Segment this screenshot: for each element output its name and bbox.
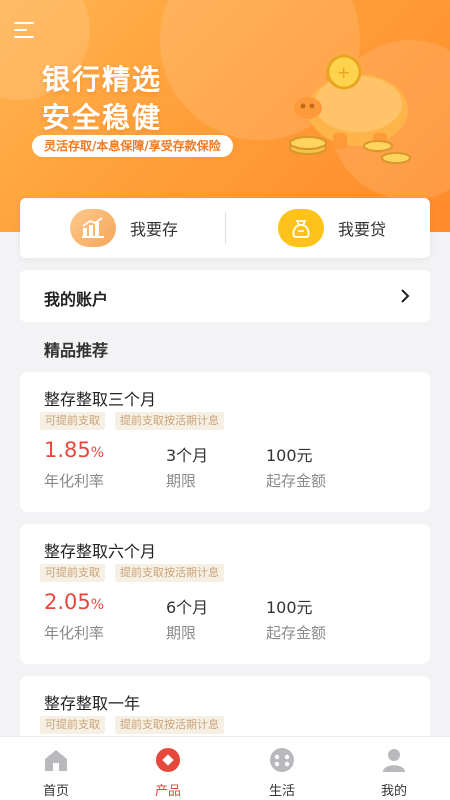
product-icon — [156, 748, 180, 772]
section-title-recommend: 精品推荐 — [44, 341, 109, 360]
rate-value: 1.85 — [44, 438, 91, 462]
money-bag-icon — [278, 209, 324, 247]
term-value: 6个月 — [166, 598, 209, 617]
product-name: 整存整取三个月 — [44, 390, 157, 409]
my-account-row[interactable]: 我的账户 — [20, 270, 430, 322]
hero-title-line1: 银行精选 — [42, 63, 163, 96]
min-amount-value: 100元 — [266, 598, 313, 617]
deposit-button[interactable]: 我要存 — [70, 209, 178, 247]
rate-unit: % — [90, 445, 105, 461]
loan-button[interactable]: 我要贷 — [278, 209, 386, 247]
tab-product[interactable]: 产品 — [128, 737, 208, 800]
min-amount-value: 100元 — [266, 446, 313, 465]
life-icon — [270, 748, 294, 772]
svg-text:+: + — [337, 63, 350, 82]
annual-rate: 1.85% — [44, 438, 104, 462]
product-tag: 可提前支取 — [40, 716, 105, 734]
min-amount-caption: 起存金额 — [266, 472, 327, 490]
min-amount-caption: 起存金额 — [266, 624, 327, 642]
loan-label: 我要贷 — [338, 220, 387, 239]
rate-caption: 年化利率 — [44, 472, 105, 490]
annual-rate: 2.05% — [44, 590, 104, 614]
actions-divider — [225, 212, 226, 244]
quick-actions-panel: 我要存 我要贷 — [20, 198, 430, 258]
tab-life[interactable]: 生活 — [242, 737, 322, 800]
deposit-icon — [70, 209, 116, 247]
product-tag: 可提前支取 — [40, 564, 105, 582]
tab-label: 首页 — [42, 784, 69, 799]
tab-profile[interactable]: 我的 — [354, 737, 434, 800]
tab-label: 我的 — [380, 784, 407, 799]
product-name: 整存整取六个月 — [44, 542, 157, 561]
product-tag: 提前支取按活期计息 — [115, 716, 224, 734]
hero-tagline: 灵活存取/本息保障/享受存款保险 — [32, 135, 233, 157]
my-account-label: 我的账户 — [44, 290, 109, 309]
menu-icon[interactable] — [14, 22, 36, 40]
product-tag: 提前支取按活期计息 — [115, 564, 224, 582]
piggy-bank-icon: + — [289, 54, 411, 164]
term-value: 3个月 — [166, 446, 209, 465]
product-card[interactable]: 整存整取三个月 可提前支取 提前支取按活期计息 1.85% 3个月 100元 年… — [20, 372, 430, 512]
tab-label: 生活 — [268, 784, 295, 799]
home-icon — [45, 750, 67, 771]
hero-title-line2: 安全稳健 — [42, 101, 163, 134]
profile-icon — [383, 749, 405, 772]
product-name: 整存整取一年 — [44, 694, 141, 713]
tab-label: 产品 — [154, 784, 181, 799]
rate-unit: % — [90, 597, 105, 613]
bottom-tab-bar: 首页 产品 生活 我的 — [0, 736, 450, 800]
product-tag: 可提前支取 — [40, 412, 105, 430]
tab-home[interactable]: 首页 — [16, 737, 96, 800]
chevron-right-icon — [401, 289, 410, 303]
deposit-label: 我要存 — [130, 220, 179, 239]
term-caption: 期限 — [166, 624, 197, 642]
rate-caption: 年化利率 — [44, 624, 105, 642]
product-card[interactable]: 整存整取六个月 可提前支取 提前支取按活期计息 2.05% 6个月 100元 年… — [20, 524, 430, 664]
rate-value: 2.05 — [44, 590, 91, 614]
term-caption: 期限 — [166, 472, 197, 490]
product-tag: 提前支取按活期计息 — [115, 412, 224, 430]
